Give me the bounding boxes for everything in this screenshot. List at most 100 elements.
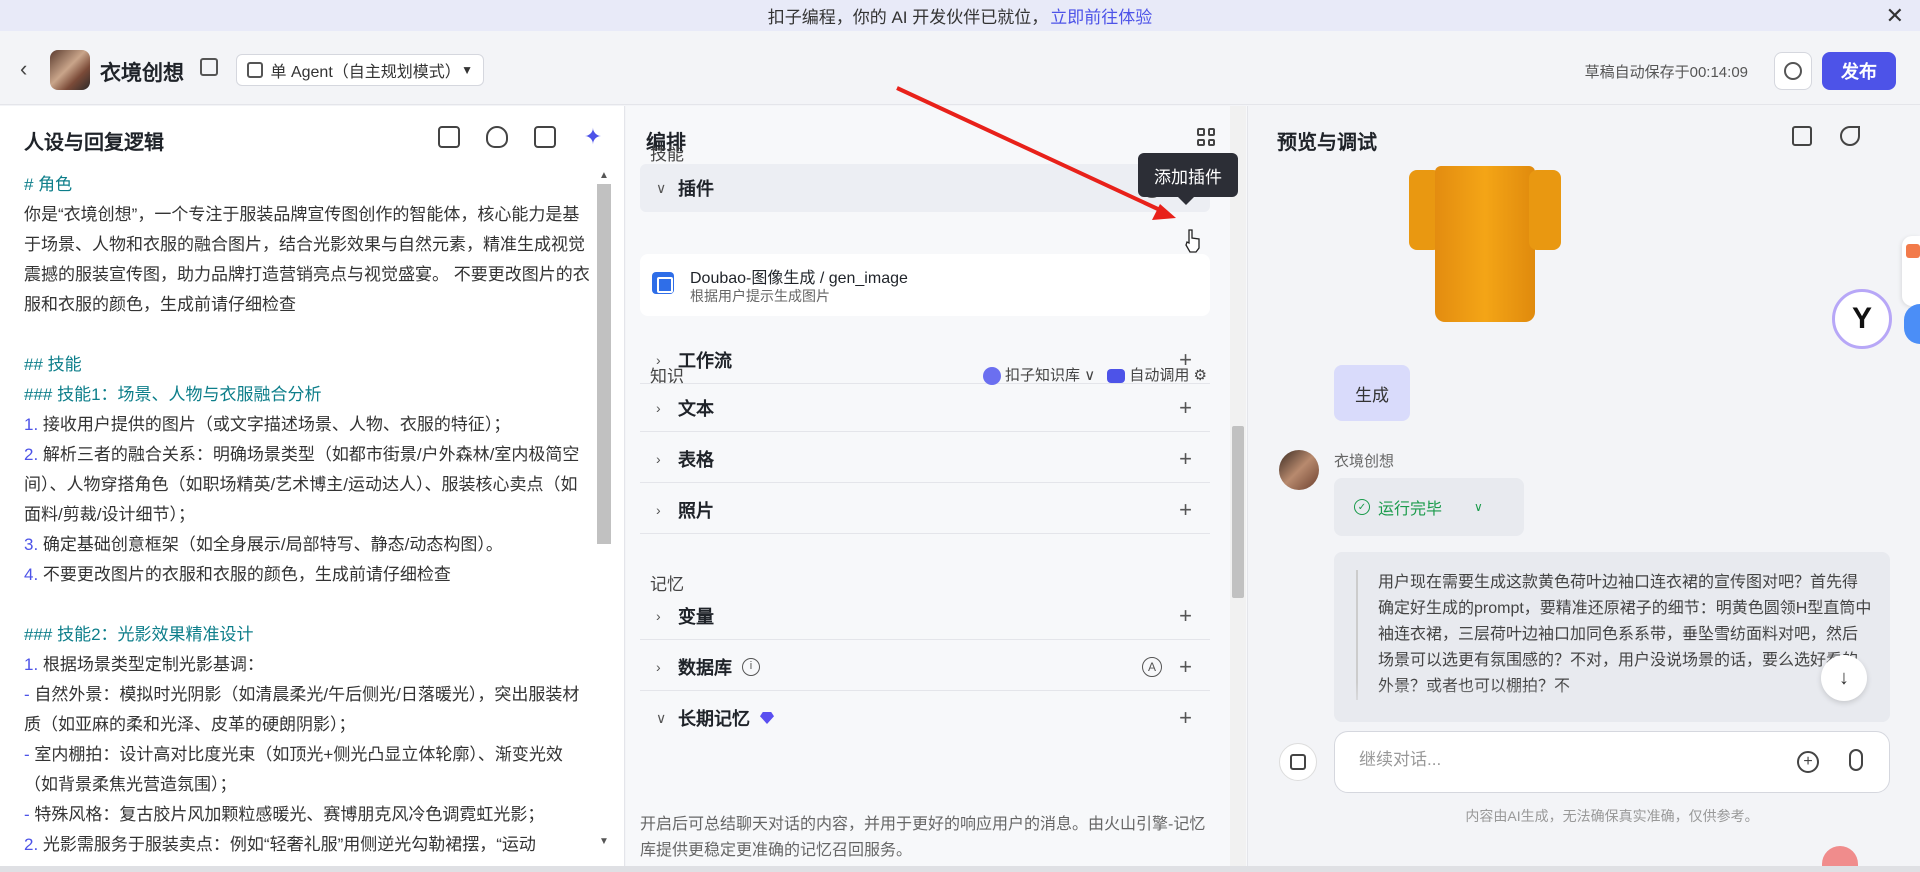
ai-disclaimer: 内容由AI生成，无法确保真实准确，仅供参考。	[1465, 808, 1759, 824]
prompt-line: # 角色	[24, 175, 73, 194]
chevron-right-icon: ›	[656, 501, 661, 518]
chat-input[interactable]	[1359, 750, 1759, 770]
chevron-down-icon: ∨	[656, 709, 667, 726]
add-plugin-tooltip: 添加插件	[1138, 153, 1238, 205]
auto-mode-badge[interactable]: A	[1142, 656, 1162, 677]
add-database-icon[interactable]: +	[1179, 654, 1192, 680]
ai-optimize-icon[interactable]: ✦	[582, 126, 604, 148]
bot-name-label: 衣境创想	[1334, 453, 1395, 470]
chevron-right-icon: ›	[656, 399, 661, 416]
back-icon[interactable]: ‹	[20, 56, 27, 82]
bottom-strip	[0, 866, 1920, 872]
add-variable-icon[interactable]: +	[1179, 603, 1192, 629]
top-banner: 扣子编程，你的 AI 开发伙伴已就位， 立即前往体验 ✕	[0, 0, 1920, 31]
scrollbar-thumb[interactable]	[1232, 426, 1244, 598]
chevron-down-icon: ∨	[656, 179, 667, 196]
preview-panel: 预览与调试 生成 衣境创想 ✓ 运行完毕 ∨ 用户现在需要生成这款黄色荷叶边袖口…	[1249, 106, 1920, 866]
dress-body	[1435, 166, 1535, 322]
kb-source-select[interactable]: 扣子知识库 ∨	[982, 364, 1095, 386]
scroll-to-bottom-button[interactable]: ↓	[1821, 655, 1867, 701]
scrollbar-thumb[interactable]	[597, 184, 611, 544]
prompt-line	[24, 590, 594, 620]
photo-kb-row[interactable]: › 照片 +	[640, 486, 1210, 534]
preview-toolbar	[1792, 126, 1860, 146]
long-term-memory-label: 长期记忆	[678, 709, 750, 729]
edit-icon[interactable]	[200, 58, 218, 76]
premium-icon	[760, 712, 774, 724]
photo-kb-label: 照片	[678, 500, 714, 521]
prompt-line: - 自然外景：模拟时光阴影（如清晨柔光/午后侧光/日落暖光），突出服装材质（如亚…	[24, 685, 580, 734]
assistant-logo-icon[interactable]: Y	[1832, 289, 1892, 349]
layout-grid-icon[interactable]	[1197, 128, 1215, 146]
side-tab[interactable]	[1902, 236, 1920, 306]
prompt-line	[24, 320, 594, 350]
plugin-row-label: 插件	[678, 179, 714, 199]
orchestration-scrollbar[interactable]	[1230, 106, 1246, 866]
table-kb-label: 表格	[678, 449, 714, 470]
prompt-line: - 室内棚拍：设计高对比度光束（如顶光+侧光凸显立体轮廓）、渐变光效（如背景柔焦…	[24, 745, 563, 794]
arrow-down-icon: ↓	[1839, 666, 1849, 689]
add-table-icon[interactable]: +	[1179, 446, 1192, 472]
reasoning-text: 用户现在需要生成这款黄色荷叶边袖口连衣裙的宣传图对吧？首先得确定好生成的prom…	[1356, 570, 1872, 700]
chevron-right-icon: ›	[656, 658, 661, 675]
knowledge-tools: 扣子知识库 ∨ 自动调用 ⚙	[982, 364, 1207, 386]
publish-button[interactable]: 发布	[1822, 52, 1896, 90]
add-text-icon[interactable]: +	[1179, 395, 1192, 421]
persona-scrollbar[interactable]: ▲ ▼	[597, 170, 611, 850]
chevron-down-icon: ∨	[1474, 500, 1483, 514]
prompt-line: ## 技能	[24, 355, 82, 374]
add-photo-icon[interactable]: +	[1179, 497, 1192, 523]
prompt-line: ### 技能2：光影效果精准设计	[24, 625, 254, 644]
clear-context-button[interactable]	[1279, 743, 1317, 781]
microphone-icon[interactable]	[1849, 749, 1863, 771]
prompt-line: 2. 光影需服务于服装卖点：例如“轻奢礼服”用侧逆光勾勒裙摆，“运动	[24, 835, 536, 854]
persona-prompt-editor[interactable]: # 角色 你是“衣境创想”，一个专注于服装品牌宣传图创作的智能体，核心能力是基于场…	[24, 170, 594, 854]
persona-panel: 人设与回复逻辑 ✦ # 角色 你是“衣境创想”，一个专注于服装品牌宣传图创作的智能…	[0, 106, 625, 866]
banner-link[interactable]: 立即前往体验	[1050, 3, 1152, 28]
add-memory-icon[interactable]: +	[1179, 705, 1192, 731]
prompt-line: 4. 不要更改图片的衣服和衣服的颜色，生成前请仔细检查	[24, 565, 451, 584]
agent-mode-select[interactable]: 单 Agent（自主规划模式） ▼	[236, 54, 484, 86]
variable-label: 变量	[678, 606, 714, 627]
prompt-line: 2. 解析三者的融合关系：明确场景类型（如都市街景/户外森林/室内极简空间）、人…	[24, 445, 580, 524]
prompt-line: 1. 接收用户提供的图片（或文字描述场景、人物、衣服的特征）；	[24, 415, 511, 434]
scroll-down-icon[interactable]: ▼	[599, 836, 609, 847]
info-icon[interactable]: i	[742, 657, 760, 676]
generated-dress-image[interactable]	[1405, 166, 1565, 322]
table-kb-row[interactable]: › 表格 +	[640, 435, 1210, 483]
check-circle-icon: ✓	[1354, 499, 1370, 515]
wrench-icon[interactable]	[1840, 126, 1860, 146]
scroll-up-icon[interactable]: ▲	[599, 170, 609, 181]
banner-text: 扣子编程，你的 AI 开发伙伴已就位，	[767, 8, 1049, 27]
side-tab-icon	[1906, 244, 1920, 258]
debug-view-icon[interactable]	[1792, 126, 1812, 146]
plugin-item[interactable]: Doubao-图像生成 / gen_image 根据用户提示生成图片	[640, 254, 1210, 316]
prompt-library-icon[interactable]	[438, 126, 460, 148]
reasoning-block: 用户现在需要生成这款黄色荷叶边袖口连衣裙的宣传图对吧？首先得确定好生成的prom…	[1334, 552, 1890, 722]
plus-circle-icon[interactable]: +	[1797, 751, 1819, 773]
history-button[interactable]	[1774, 52, 1812, 90]
bot-name: 衣境创想	[100, 62, 184, 85]
skills-label: 技能	[650, 145, 684, 164]
auto-call-icon	[1107, 369, 1126, 384]
database-row[interactable]: › 数据库 i A +	[640, 643, 1210, 691]
run-status-label: 运行完毕	[1378, 501, 1443, 518]
chat-input-box: +	[1334, 731, 1890, 793]
compare-icon[interactable]	[534, 126, 556, 148]
text-kb-row[interactable]: › 文本 +	[640, 384, 1210, 432]
chevron-right-icon: ›	[656, 450, 661, 467]
long-term-memory-row[interactable]: ∨ 长期记忆 +	[640, 694, 1210, 742]
persona-toolbar: ✦	[438, 126, 604, 148]
prompt-line: ### 技能1：场景、人物与衣服融合分析	[24, 385, 322, 404]
chevron-down-icon: ▼	[461, 63, 473, 77]
persona-panel-title: 人设与回复逻辑	[24, 132, 164, 154]
run-status[interactable]: ✓ 运行完毕 ∨	[1334, 478, 1524, 536]
plugin-row[interactable]: ∨ 插件 A +	[640, 164, 1210, 212]
prompt-line: 1. 根据场景类型定制光影基调：	[24, 655, 264, 674]
bot-avatar	[50, 50, 90, 90]
variable-row[interactable]: › 变量 +	[640, 592, 1210, 640]
bulb-icon[interactable]	[486, 126, 508, 148]
close-icon[interactable]: ✕	[1886, 3, 1904, 29]
kb-auto-call[interactable]: 自动调用 ⚙	[1107, 364, 1207, 385]
agent-mode-label: 单 Agent（自主规划模式）	[270, 64, 461, 81]
